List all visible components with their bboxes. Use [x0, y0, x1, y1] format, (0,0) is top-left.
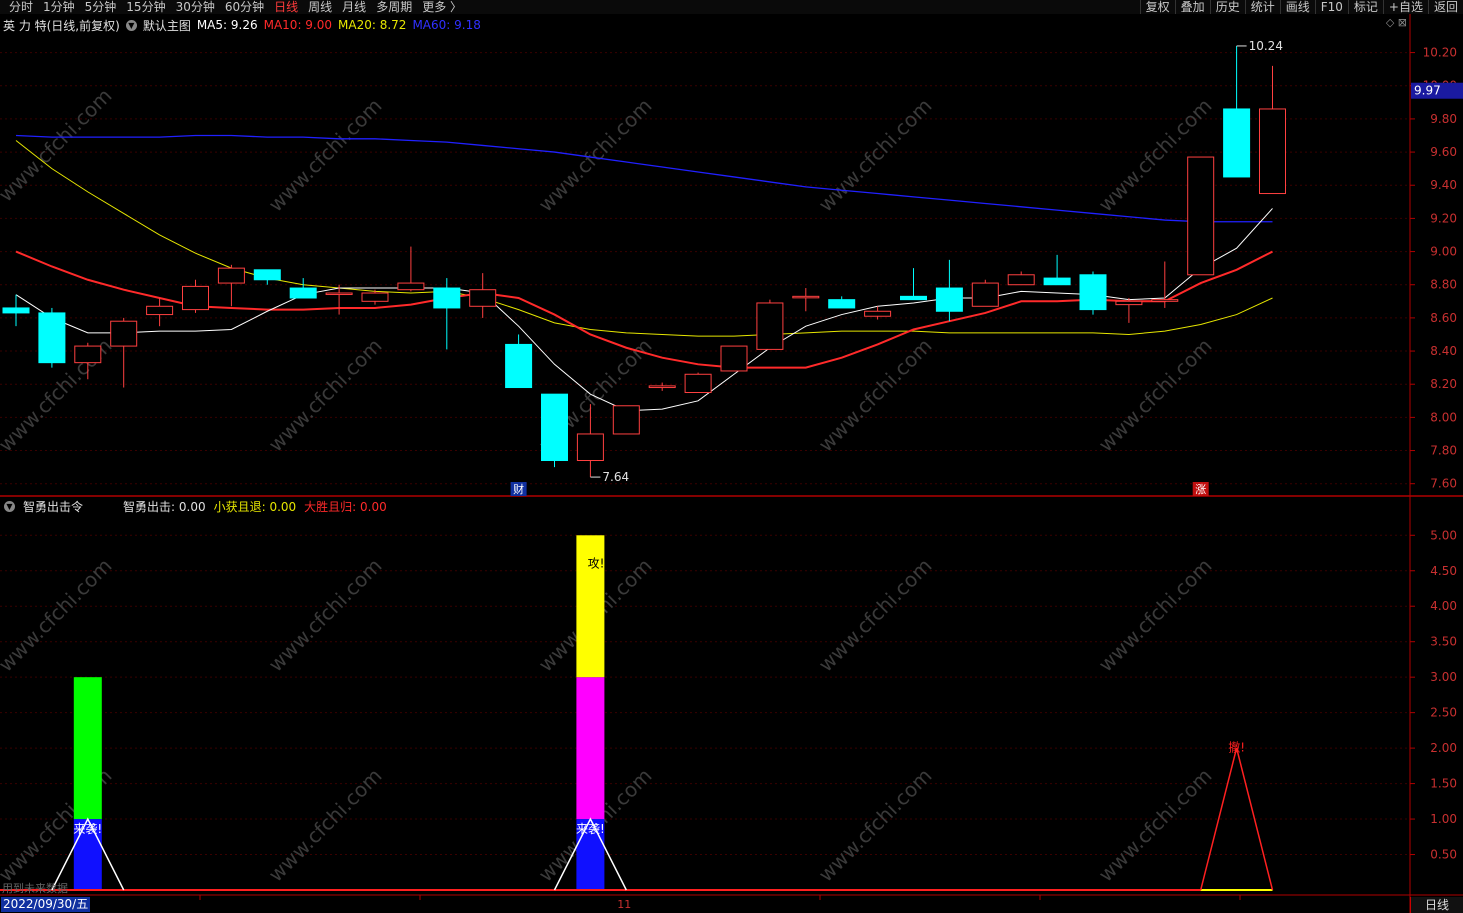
candle-body — [505, 343, 533, 389]
candle-body — [1007, 274, 1035, 286]
candle-body — [325, 292, 353, 296]
candle-body — [541, 393, 568, 461]
candle-body — [2, 307, 30, 314]
signal-label-2: 来袭! — [576, 821, 605, 836]
main-y-tick-label: 8.60 — [1430, 311, 1457, 325]
indicator-y-tick-label: 5.00 — [1430, 528, 1457, 542]
candle-body — [756, 302, 784, 350]
candle-body — [1043, 277, 1071, 286]
candle-body — [864, 310, 892, 317]
low-price-label: 7.64 — [602, 470, 629, 484]
main-y-tick-label: 9.20 — [1430, 211, 1457, 225]
watermark: www.cfchi.com — [814, 334, 937, 457]
candle-body — [38, 312, 66, 364]
indicator-y-tick-label: 1.00 — [1430, 812, 1457, 826]
candle-body — [900, 295, 927, 301]
indicator-y-tick-label: 0.50 — [1430, 848, 1457, 862]
candle-body — [433, 287, 461, 309]
watermark: www.cfchi.com — [1094, 554, 1217, 677]
future-data-note: 用到未来数据 — [2, 882, 68, 895]
main-y-tick-label: 7.80 — [1430, 444, 1457, 458]
main-y-tick-label: 7.60 — [1430, 477, 1457, 491]
main-y-tick-label: 9.60 — [1430, 145, 1457, 159]
candle-body — [253, 269, 281, 281]
indicator-y-tick-label: 3.50 — [1430, 635, 1457, 649]
indicator-y-tick-label: 2.50 — [1430, 706, 1457, 720]
period-indicator-tab[interactable]: 日线 — [1410, 897, 1463, 913]
signal-label-4: 撤! — [1228, 740, 1245, 755]
candle-body — [612, 405, 640, 435]
watermark: www.cfchi.com — [814, 94, 937, 217]
candle-body — [648, 385, 676, 389]
watermark: www.cfchi.com — [534, 94, 657, 217]
candle-body — [1259, 108, 1286, 195]
candle-body — [110, 320, 138, 347]
main-y-tick-label: 10.20 — [1423, 46, 1457, 60]
candle-body — [182, 285, 209, 311]
signal-label-1: 来袭! — [73, 821, 102, 836]
main-y-tick-label: 9.80 — [1430, 112, 1457, 126]
main-y-tick-label: 9.00 — [1430, 245, 1457, 259]
current-price-label: 9.97 — [1414, 84, 1441, 98]
candle-body — [1187, 156, 1215, 276]
candle-body — [361, 292, 389, 302]
watermark: www.cfchi.com — [264, 554, 387, 677]
watermark: www.cfchi.com — [1094, 764, 1217, 887]
indicator-y-tick-label: 4.00 — [1430, 599, 1457, 613]
candle-body — [935, 287, 963, 312]
candle-body — [971, 282, 999, 307]
indicator-y-tick-label: 2.00 — [1430, 741, 1457, 755]
watermark: www.cfchi.com — [264, 94, 387, 217]
chart-canvas[interactable]: 10.2010.009.809.609.409.209.008.808.608.… — [0, 0, 1463, 913]
candle-body — [1223, 108, 1251, 178]
candle-body — [720, 345, 748, 372]
candle-body — [469, 289, 497, 307]
candle-body — [1115, 300, 1143, 306]
indicator-bar-magenta — [576, 677, 605, 820]
indicator-y-tick-label: 1.50 — [1430, 777, 1457, 791]
candle-body — [684, 373, 712, 394]
candle-body — [74, 345, 102, 364]
watermark: www.cfchi.com — [264, 334, 387, 457]
candle-body — [792, 295, 820, 299]
indicator-y-tick-label: 4.50 — [1430, 564, 1457, 578]
main-y-tick-label: 8.00 — [1430, 410, 1457, 424]
candle-body — [397, 282, 425, 291]
main-y-tick-label: 8.40 — [1430, 344, 1457, 358]
watermark: www.cfchi.com — [814, 554, 937, 677]
watermark: www.cfchi.com — [0, 84, 117, 207]
signal-label-3: 攻! — [588, 557, 605, 571]
time-axis-mark: 11 — [617, 898, 631, 911]
ma60-line — [15, 134, 1273, 223]
indicator-y-tick-label: 3.00 — [1430, 670, 1457, 684]
cursor-date-label: 2022/09/30/五 — [1, 897, 91, 912]
event-marker-1: 财 — [513, 482, 524, 496]
high-price-label: 10.24 — [1249, 39, 1283, 53]
candle-body — [1079, 274, 1107, 311]
candle-body — [576, 433, 604, 461]
candle-body — [289, 287, 317, 299]
watermark: www.cfchi.com — [0, 554, 117, 677]
watermark: www.cfchi.com — [264, 764, 387, 887]
candle-body — [1151, 299, 1179, 302]
candle-body — [217, 267, 245, 284]
main-y-tick-label: 8.80 — [1430, 278, 1457, 292]
candle-body — [828, 299, 856, 309]
event-marker-2: 涨 — [1195, 483, 1206, 496]
indicator-bar-green — [73, 677, 102, 820]
main-y-tick-label: 9.40 — [1430, 178, 1457, 192]
watermark: www.cfchi.com — [814, 764, 937, 887]
main-y-tick-label: 8.20 — [1430, 377, 1457, 391]
watermark: www.cfchi.com — [1094, 334, 1217, 457]
candle-body — [146, 305, 174, 316]
